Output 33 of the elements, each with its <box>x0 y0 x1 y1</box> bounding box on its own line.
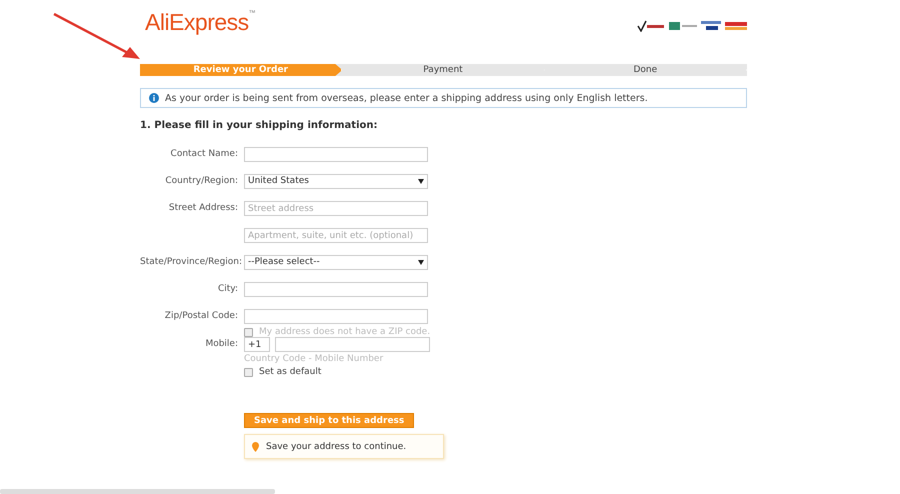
field-label: Contact Name: <box>170 148 238 161</box>
card-seal-icon <box>725 20 747 32</box>
caret-icon <box>418 260 424 265</box>
section-title: 1. Please fill in your shipping information: <box>140 120 379 131</box>
info-icon <box>149 93 159 103</box>
dropdown[interactable]: --Please select-- <box>244 255 428 270</box>
seal-icon <box>669 20 697 32</box>
field-label: Country/Region: <box>164 175 238 188</box>
text-field[interactable] <box>244 282 428 297</box>
checkbox-label: My address does not have a ZIP code. <box>259 327 430 337</box>
card-seal-icon <box>701 20 721 32</box>
text-field[interactable]: Street address <box>244 201 428 216</box>
checkmark-seal-icon <box>637 20 665 32</box>
notice-text: As your order is being sent from overseas, please enter a shipping address using only English letters. <box>165 92 648 104</box>
tooltip-text: Save your address to continue. <box>266 442 406 452</box>
progress-step: Review your Order <box>140 64 342 76</box>
field-label: City: <box>216 283 238 296</box>
text-field[interactable] <box>244 309 428 324</box>
text-field[interactable]: Apartment, suite, unit etc. (optional) <box>244 228 428 243</box>
pin-icon <box>252 442 259 452</box>
phone-field[interactable] <box>275 337 430 352</box>
logo-text: AliExpress <box>145 8 249 36</box>
dropdown[interactable]: United States <box>244 174 428 189</box>
field-label: Mobile: <box>204 338 238 351</box>
text-field[interactable] <box>244 147 428 162</box>
checkbox[interactable] <box>244 368 253 376</box>
scrollbar[interactable] <box>0 489 275 494</box>
field-label: Zip/Postal Code: <box>164 310 238 323</box>
field-hint: Country Code - Mobile Number <box>244 354 384 364</box>
caret-icon <box>418 179 424 184</box>
country-code-field[interactable]: +1 <box>244 337 270 352</box>
field-label: Street Address: <box>168 202 238 215</box>
checkbox-label: Set as default <box>259 367 322 377</box>
